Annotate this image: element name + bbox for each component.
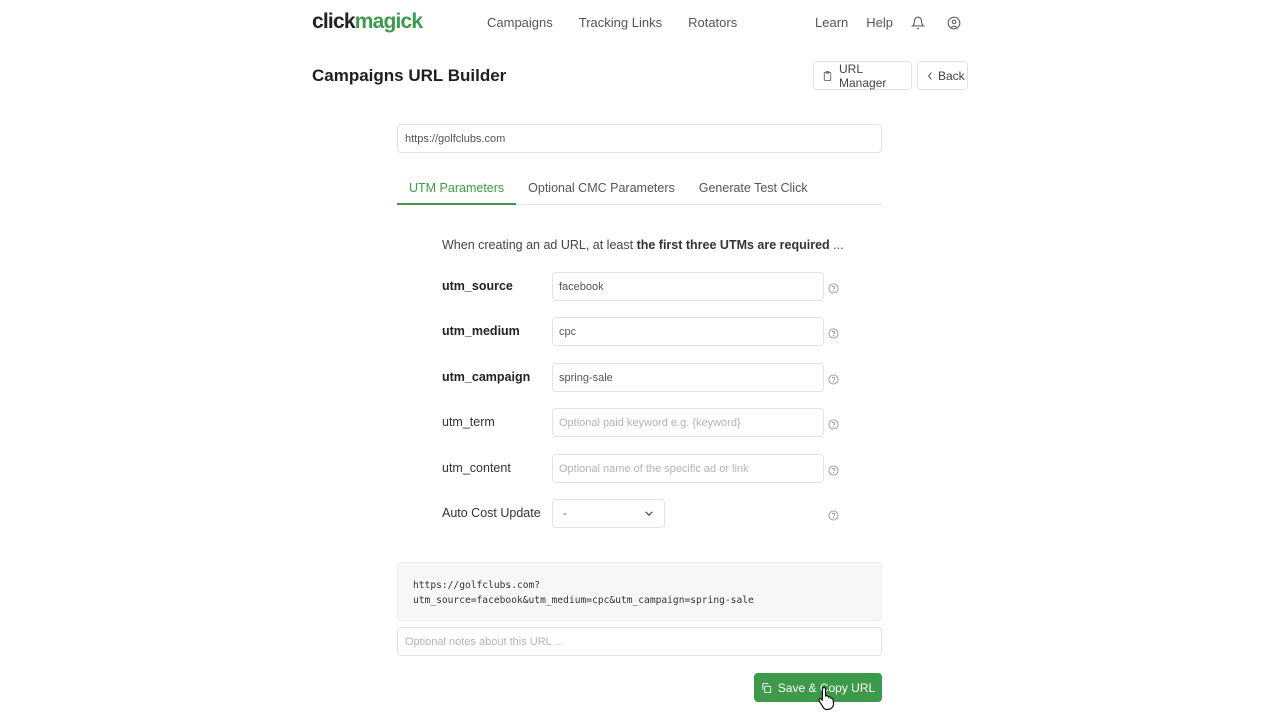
help-circle-icon[interactable] (828, 372, 839, 385)
auto-cost-update-select[interactable]: - (552, 499, 665, 528)
hand-pointer-cursor-icon (818, 686, 836, 711)
utm-medium-label: utm_medium (442, 324, 520, 338)
intro-bold-text: the first three UTMs are required (636, 238, 830, 252)
copy-icon (761, 682, 772, 694)
utm-term-input[interactable]: Optional paid keyword e.g. {keyword} (552, 408, 824, 437)
destination-url-input[interactable]: https://golfclubs.com (397, 124, 882, 153)
help-circle-icon[interactable] (828, 417, 839, 430)
url-notes-input[interactable]: Optional notes about this URL ... (397, 627, 882, 656)
url-manager-label: URL Manager (839, 61, 887, 90)
utm-intro-text: When creating an ad URL, at least the fi… (442, 238, 844, 252)
intro-tail: ... (829, 238, 844, 252)
nav-learn[interactable]: Learn (815, 15, 848, 30)
auto-cost-update-label: Auto Cost Update (442, 506, 541, 520)
utm-content-label: utm_content (442, 461, 511, 475)
generated-url-line-2: utm_source=facebook&utm_medium=cpc&utm_c… (413, 595, 754, 606)
user-icon[interactable] (947, 16, 961, 30)
nav-campaigns[interactable]: Campaigns (487, 15, 553, 30)
nav-tracking-links[interactable]: Tracking Links (579, 15, 662, 30)
header-right: Learn Help (815, 15, 961, 30)
utm-source-row: utm_source facebook (442, 272, 842, 301)
auto-cost-update-row: Auto Cost Update - (442, 499, 842, 528)
clipboard-icon (822, 70, 833, 82)
utm-term-label: utm_term (442, 415, 495, 429)
utm-medium-input[interactable]: cpc (552, 317, 824, 346)
tab-utm-parameters[interactable]: UTM Parameters (397, 173, 517, 205)
utm-source-label: utm_source (442, 279, 513, 293)
tab-optional-cmc-parameters[interactable]: Optional CMC Parameters (516, 173, 687, 205)
bell-icon[interactable] (911, 16, 925, 30)
utm-content-input[interactable]: Optional name of the specific ad or link (552, 454, 824, 483)
nav-help[interactable]: Help (866, 15, 893, 30)
help-circle-icon[interactable] (828, 326, 839, 339)
help-circle-icon[interactable] (828, 281, 839, 294)
auto-cost-update-value: - (563, 507, 567, 520)
tab-bar: UTM Parameters Optional CMC Parameters G… (397, 173, 882, 205)
intro-text: When creating an ad URL, at least (442, 238, 637, 252)
utm-medium-row: utm_medium cpc (442, 317, 842, 346)
tab-generate-test-click[interactable]: Generate Test Click (687, 173, 820, 205)
clickmagick-logo[interactable]: clickmagick (312, 10, 423, 34)
help-circle-icon[interactable] (828, 463, 839, 476)
back-label: Back (938, 68, 965, 83)
url-manager-button[interactable]: URL Manager (813, 61, 912, 90)
logo-text-magick: magick (354, 10, 423, 33)
generated-url-output[interactable]: https://golfclubs.com? utm_source=facebo… (397, 562, 882, 621)
utm-content-row: utm_content Optional name of the specifi… (442, 454, 842, 483)
nav-rotators[interactable]: Rotators (688, 15, 737, 30)
chevron-down-icon (644, 510, 654, 517)
utm-source-input[interactable]: facebook (552, 272, 824, 301)
back-button[interactable]: Back (917, 61, 968, 90)
help-circle-icon[interactable] (828, 508, 839, 521)
generated-url-line-1: https://golfclubs.com? (413, 580, 541, 591)
logo-text-click: click (312, 10, 356, 33)
utm-campaign-input[interactable]: spring-sale (552, 363, 824, 392)
utm-campaign-label: utm_campaign (442, 370, 531, 384)
page-title: Campaigns URL Builder (312, 66, 507, 85)
utm-campaign-row: utm_campaign spring-sale (442, 363, 842, 392)
chevron-left-icon (926, 71, 934, 81)
utm-term-row: utm_term Optional paid keyword e.g. {key… (442, 408, 842, 437)
main-nav: Campaigns Tracking Links Rotators (487, 15, 737, 30)
